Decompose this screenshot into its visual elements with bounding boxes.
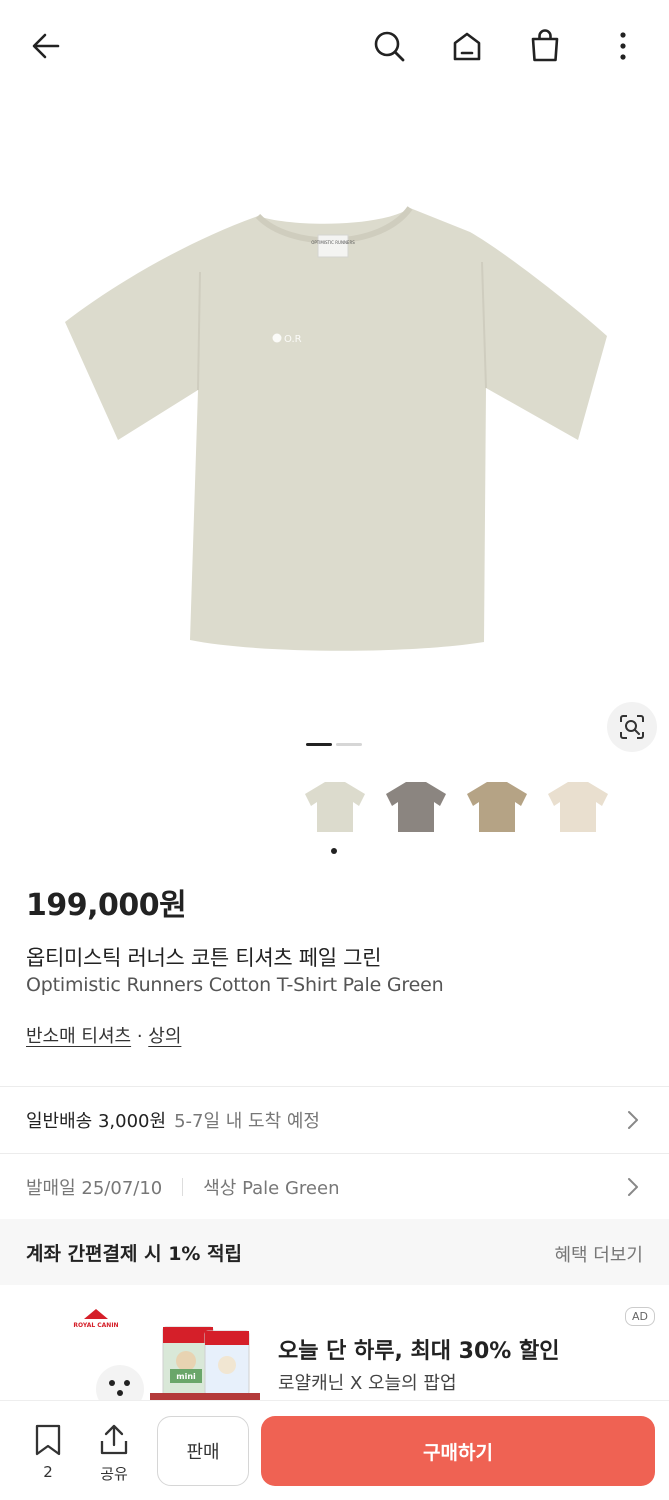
benefit-banner[interactable]: 계좌 간편결제 시 1% 적립 혜택 더보기	[0, 1219, 669, 1285]
benefit-more-link[interactable]: 혜택 더보기	[554, 1241, 643, 1267]
sell-button[interactable]: 판매	[157, 1416, 249, 1486]
category-separator: ·	[131, 1026, 149, 1047]
collar-tag-text: OPTIMISTIC RUNNERS	[311, 240, 355, 245]
search-icon[interactable]	[367, 24, 411, 68]
color-label: 색상 Pale Green	[203, 1178, 340, 1199]
product-price: 199,000원	[26, 888, 187, 923]
ad-title: 오늘 단 하루, 최대 30% 할인	[278, 1339, 560, 1364]
color-swatch-khaki[interactable]	[461, 770, 533, 842]
ad-subtitle: 로얄캐닌 X 오늘의 팝업	[278, 1373, 457, 1394]
gallery-indicator-active	[306, 743, 332, 746]
product-image[interactable]: OPTIMISTIC RUNNERS O.R	[0, 92, 669, 752]
shipping-row[interactable]: 일반배송 3,000원 5-7일 내 도착 예정	[0, 1087, 669, 1153]
release-info-row[interactable]: 발매일 25/07/10 색상 Pale Green	[0, 1154, 669, 1220]
shipping-eta: 5-7일 내 도착 예정	[174, 1111, 320, 1132]
gallery-indicator	[336, 743, 362, 746]
ad-brand-logo-text: ROYAL CANIN	[73, 1322, 118, 1329]
color-swatch-pale-green[interactable]	[299, 770, 371, 842]
release-date: 발매일 25/07/10	[26, 1178, 163, 1199]
home-icon[interactable]	[445, 24, 489, 68]
share-icon	[100, 1424, 128, 1455]
product-name-ko: 옵티미스틱 러너스 코튼 티셔츠 페일 그린	[26, 946, 382, 970]
shopping-bag-icon[interactable]	[523, 24, 567, 68]
category-link-tshirts[interactable]: 반소매 티셔츠	[26, 1026, 131, 1047]
color-swatch-cream[interactable]	[542, 770, 614, 842]
more-vertical-icon[interactable]	[601, 24, 645, 68]
bookmark-icon	[35, 1424, 61, 1456]
buy-button[interactable]: 구매하기	[261, 1416, 655, 1486]
shipping-label: 일반배송 3,000원	[26, 1111, 167, 1132]
breadcrumb: 반소매 티셔츠 · 상의	[26, 1022, 181, 1048]
share-label: 공유	[100, 1465, 128, 1483]
top-bar	[0, 0, 669, 92]
vertical-divider	[182, 1178, 184, 1196]
chevron-right-icon	[623, 1109, 643, 1136]
lens-search-icon[interactable]	[607, 702, 657, 752]
bookmark-button[interactable]: 2	[28, 1423, 68, 1481]
benefit-title: 계좌 간편결제 시 1% 적립	[26, 1242, 243, 1265]
color-swatch-grey[interactable]	[380, 770, 452, 842]
product-name-en: Optimistic Runners Cotton T-Shirt Pale G…	[26, 974, 444, 996]
chevron-right-icon	[623, 1176, 643, 1203]
bookmark-count: 2	[43, 1463, 53, 1481]
share-button[interactable]: 공유	[92, 1423, 136, 1484]
ad-pack-label: mini	[176, 1372, 196, 1381]
bottom-action-bar: 2 공유 판매 구매하기	[0, 1400, 669, 1500]
ad-badge: AD	[625, 1307, 655, 1326]
ad-banner[interactable]: ROYAL CANIN mini AD 오늘 단 하루, 최대 30% 할인 로…	[0, 1297, 669, 1407]
category-link-tops[interactable]: 상의	[148, 1026, 181, 1047]
selected-swatch-dot	[331, 848, 337, 854]
ad-product-image: ROYAL CANIN mini	[73, 1309, 260, 1407]
arrow-left-icon[interactable]	[24, 24, 68, 68]
chest-print-text: O.R	[284, 334, 302, 345]
